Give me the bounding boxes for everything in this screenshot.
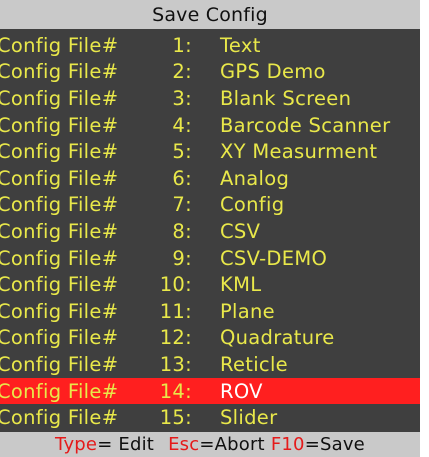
config-file-row[interactable]: Config File# 8: CSV bbox=[0, 218, 420, 245]
esc-action: =Abort bbox=[199, 434, 265, 455]
config-file-name: CSV-DEMO bbox=[220, 246, 328, 270]
config-file-number: 15: bbox=[159, 406, 192, 430]
config-file-row[interactable]: Config File# 14: ROV bbox=[0, 377, 420, 405]
config-file-number: 14: bbox=[159, 379, 192, 403]
config-file-name: KML bbox=[220, 273, 262, 297]
config-file-name: Analog bbox=[220, 166, 290, 190]
config-file-row[interactable]: Config File# 13: Reticle bbox=[0, 351, 420, 378]
config-file-prefix: Config File# bbox=[0, 113, 119, 137]
config-file-row[interactable]: Config File# 6: Analog bbox=[0, 165, 420, 192]
config-file-row[interactable]: Config File# 3: Blank Screen bbox=[0, 85, 420, 112]
config-file-prefix: Config File# bbox=[0, 379, 119, 403]
status-bar: Type= Edit Esc =Abort F10 =Save bbox=[0, 432, 420, 457]
config-file-number: 9: bbox=[172, 246, 192, 270]
config-file-name: Slider bbox=[220, 406, 278, 430]
config-file-prefix: Config File# bbox=[0, 33, 119, 57]
config-file-row[interactable]: Config File# 2: GPS Demo bbox=[0, 59, 420, 86]
config-file-name: XY Measurment bbox=[220, 140, 378, 164]
config-file-prefix: Config File# bbox=[0, 299, 119, 323]
config-file-name: Config bbox=[220, 193, 285, 217]
config-file-prefix: Config File# bbox=[0, 166, 119, 190]
config-file-row[interactable]: Config File# 4: Barcode Scanner bbox=[0, 112, 420, 139]
config-file-name: Blank Screen bbox=[220, 86, 352, 110]
config-file-number: 8: bbox=[172, 219, 192, 243]
config-file-name: Quadrature bbox=[220, 326, 335, 350]
config-file-name: CSV bbox=[220, 219, 261, 243]
config-file-name: Text bbox=[220, 33, 261, 57]
config-file-number: 3: bbox=[172, 86, 192, 110]
config-file-prefix: Config File# bbox=[0, 273, 119, 297]
config-file-list: Config File# 1: Text Config File# 2: GPS Demo… bbox=[0, 32, 420, 431]
config-file-row[interactable]: Config File# 12: Quadrature bbox=[0, 325, 420, 352]
config-file-prefix: Config File# bbox=[0, 219, 119, 243]
title-bar: Save Config bbox=[0, 0, 420, 29]
config-file-row[interactable]: Config File# 7: Config bbox=[0, 192, 420, 219]
config-file-name: Reticle bbox=[220, 352, 288, 376]
config-file-number: 4: bbox=[172, 113, 192, 137]
config-file-number: 7: bbox=[172, 193, 192, 217]
config-file-row[interactable]: Config File# 15: Slider bbox=[0, 404, 420, 431]
type-hint: Type= Edit bbox=[55, 434, 154, 455]
f10-key: F10 bbox=[270, 434, 305, 455]
type-key: Type bbox=[55, 434, 98, 455]
dialog-title: Save Config bbox=[152, 3, 268, 26]
config-file-name: GPS Demo bbox=[220, 60, 326, 84]
config-file-number: 12: bbox=[159, 326, 192, 350]
config-file-prefix: Config File# bbox=[0, 352, 119, 376]
config-file-name: Plane bbox=[220, 299, 275, 323]
config-file-number: 11: bbox=[159, 299, 192, 323]
f10-action: =Save bbox=[304, 434, 365, 455]
config-file-number: 5: bbox=[172, 140, 192, 164]
config-file-prefix: Config File# bbox=[0, 326, 119, 350]
config-file-number: 2: bbox=[172, 60, 192, 84]
config-file-prefix: Config File# bbox=[0, 140, 119, 164]
save-config-dialog: Save Config Config File# 1: Text Config Fil… bbox=[0, 0, 420, 457]
config-file-row[interactable]: Config File# 10: KML bbox=[0, 271, 420, 298]
config-file-row[interactable]: Config File# 9: CSV-DEMO bbox=[0, 245, 420, 272]
config-file-number: 6: bbox=[172, 166, 192, 190]
config-file-prefix: Config File# bbox=[0, 246, 119, 270]
config-file-name: Barcode Scanner bbox=[220, 113, 391, 137]
config-file-row[interactable]: Config File# 1: Text bbox=[0, 32, 420, 59]
config-file-number: 13: bbox=[159, 352, 192, 376]
config-file-number: 10: bbox=[159, 273, 192, 297]
config-file-number: 1: bbox=[172, 33, 192, 57]
config-file-name: ROV bbox=[220, 379, 263, 403]
config-file-prefix: Config File# bbox=[0, 60, 119, 84]
config-file-prefix: Config File# bbox=[0, 86, 119, 110]
config-file-prefix: Config File# bbox=[0, 193, 119, 217]
config-file-prefix: Config File# bbox=[0, 406, 119, 430]
config-file-row[interactable]: Config File# 11: Plane bbox=[0, 298, 420, 325]
config-file-row[interactable]: Config File# 5: XY Measurment bbox=[0, 138, 420, 165]
esc-key: Esc bbox=[168, 434, 200, 455]
type-action: = Edit bbox=[97, 434, 155, 455]
